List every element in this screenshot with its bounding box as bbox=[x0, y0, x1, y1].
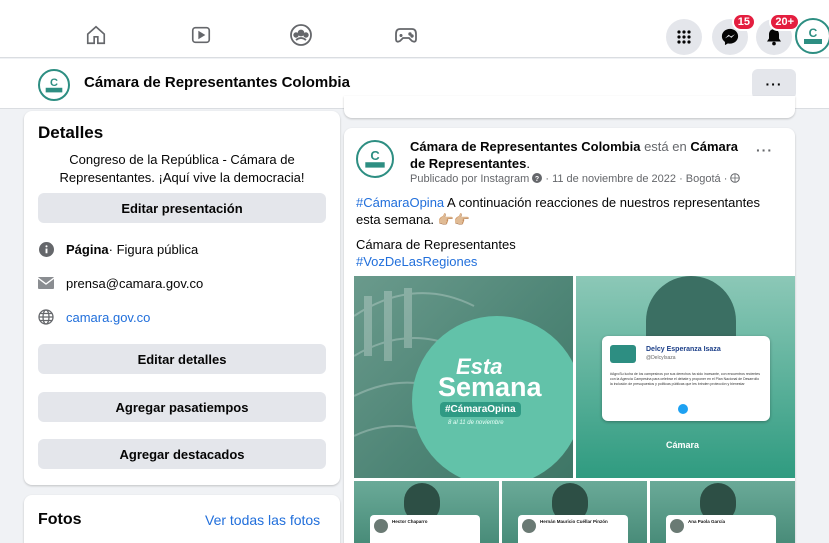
page-type-row: Página · Figura pública bbox=[38, 241, 198, 257]
photos-title: Fotos bbox=[38, 511, 82, 528]
tweet-name: Ana Paola García bbox=[688, 519, 726, 524]
edit-intro-button[interactable]: Editar presentación bbox=[38, 193, 326, 223]
post-author[interactable]: Cámara de Representantes Colombia bbox=[410, 139, 640, 154]
email-row: prensa@camara.gov.co bbox=[38, 275, 203, 291]
post-header: Cámara de Representantes Colombia está e… bbox=[410, 138, 746, 172]
see-all-photos-link[interactable]: Ver todas las fotos bbox=[205, 512, 320, 528]
hashtag-vozdelasregiones[interactable]: #VozDeLasRegiones bbox=[356, 253, 784, 270]
tweet-avatar bbox=[522, 519, 536, 533]
page-type-category: · Figura pública bbox=[108, 241, 199, 257]
watch-icon[interactable] bbox=[188, 22, 214, 48]
post-image-thumb-2[interactable]: Hernán Mauricio Cuéllar Pinzón bbox=[502, 481, 647, 543]
messenger-badge: 15 bbox=[731, 13, 756, 31]
svg-text:C: C bbox=[370, 148, 379, 163]
mail-icon bbox=[38, 275, 54, 291]
account-avatar[interactable]: C bbox=[795, 18, 829, 54]
tweet-avatar bbox=[374, 519, 388, 533]
post-connector: está en bbox=[640, 139, 691, 154]
page-bio: Congreso de la República - Cámara de Rep… bbox=[59, 152, 305, 185]
top-navigation: 15 20+ C bbox=[0, 0, 829, 58]
post-image-delcy-isaza[interactable]: Delcy Esperanza Isaza @DelcyIsaza #AgroS… bbox=[576, 276, 795, 478]
public-globe-icon bbox=[730, 173, 741, 183]
website-row: camara.gov.co bbox=[38, 309, 150, 325]
add-featured-button[interactable]: Agregar destacados bbox=[38, 439, 326, 469]
post-image-thumb-1[interactable]: Hector Chaparro bbox=[354, 481, 499, 543]
post-author-avatar[interactable]: C bbox=[356, 140, 394, 178]
post-text-2: Cámara de Representantes bbox=[356, 237, 516, 252]
tweet-name: Hernán Mauricio Cuéllar Pinzón bbox=[540, 519, 608, 524]
page-name[interactable]: Cámara de Representantes Colombia bbox=[84, 74, 350, 91]
post-image-esta-semana[interactable]: Esta Semana #CámaraOpina 8 al 11 de novi… bbox=[354, 276, 573, 478]
website-link[interactable]: camara.gov.co bbox=[66, 310, 150, 325]
svg-text:?: ? bbox=[535, 176, 539, 183]
previous-post-card bbox=[344, 96, 795, 118]
twitter-icon bbox=[678, 404, 688, 414]
instagram-help-icon: ? bbox=[532, 173, 543, 183]
post-date[interactable]: · 11 de noviembre de 2022 · Bogotá · bbox=[545, 173, 727, 185]
email-text[interactable]: prensa@camara.gov.co bbox=[66, 276, 203, 291]
svg-text:C: C bbox=[809, 26, 818, 40]
post-options-button[interactable]: ··· bbox=[756, 142, 773, 158]
info-icon bbox=[38, 241, 54, 257]
tweet-card: Hector Chaparro bbox=[370, 515, 480, 543]
page-logo[interactable]: C bbox=[38, 69, 70, 101]
tweet-card: Ana Paola García bbox=[666, 515, 776, 543]
tweet-handle: @DelcyIsaza bbox=[646, 355, 676, 361]
tweet-card: Delcy Esperanza Isaza @DelcyIsaza #AgroS… bbox=[602, 336, 770, 421]
notifications-button[interactable]: 20+ bbox=[756, 13, 800, 55]
post-image-thumb-3[interactable]: Ana Paola García bbox=[650, 481, 795, 543]
gaming-icon[interactable] bbox=[393, 22, 419, 48]
tweet-name: Hector Chaparro bbox=[392, 519, 428, 524]
post-source: Publicado por Instagram bbox=[410, 173, 530, 185]
details-title: Detalles bbox=[38, 123, 104, 142]
groups-icon[interactable] bbox=[288, 22, 314, 48]
page-type-label: Página bbox=[66, 241, 109, 257]
tweet-card: Hernán Mauricio Cuéllar Pinzón bbox=[518, 515, 628, 543]
home-icon[interactable] bbox=[83, 22, 109, 48]
image-dates: 8 al 11 de noviembre bbox=[448, 420, 504, 426]
tweet-text: #AgroSu lucha de los campesinos por sus … bbox=[610, 372, 761, 386]
page-more-button[interactable]: ··· bbox=[752, 69, 796, 99]
details-card: Detalles Congreso de la República - Cáma… bbox=[24, 111, 340, 485]
edit-details-button[interactable]: Editar detalles bbox=[38, 344, 326, 374]
image-hashtag-pill: #CámaraOpina bbox=[440, 402, 521, 417]
tweet-logo bbox=[610, 345, 636, 363]
messenger-button[interactable]: 15 bbox=[712, 13, 756, 55]
post-body: #CámaraOpina A continuación reacciones d… bbox=[356, 194, 784, 270]
post-meta: Publicado por Instagram ? · 11 de noviem… bbox=[410, 173, 741, 185]
photos-card: Fotos Ver todas las fotos bbox=[24, 495, 340, 543]
messenger-icon bbox=[721, 28, 739, 46]
hashtag-camaraopina[interactable]: #CámaraOpina bbox=[356, 195, 444, 210]
tweet-avatar bbox=[670, 519, 684, 533]
menu-grid-icon[interactable] bbox=[666, 19, 702, 55]
image-brand: Cámara bbox=[666, 440, 700, 450]
globe-icon bbox=[38, 309, 54, 325]
post-location-end: . bbox=[526, 156, 530, 171]
image-semana: Semana bbox=[438, 372, 542, 402]
svg-text:C: C bbox=[50, 77, 58, 89]
post-card: C Cámara de Representantes Colombia está… bbox=[344, 128, 795, 543]
tweet-name: Delcy Esperanza Isaza bbox=[646, 346, 721, 353]
add-hobbies-button[interactable]: Agregar pasatiempos bbox=[38, 392, 326, 422]
